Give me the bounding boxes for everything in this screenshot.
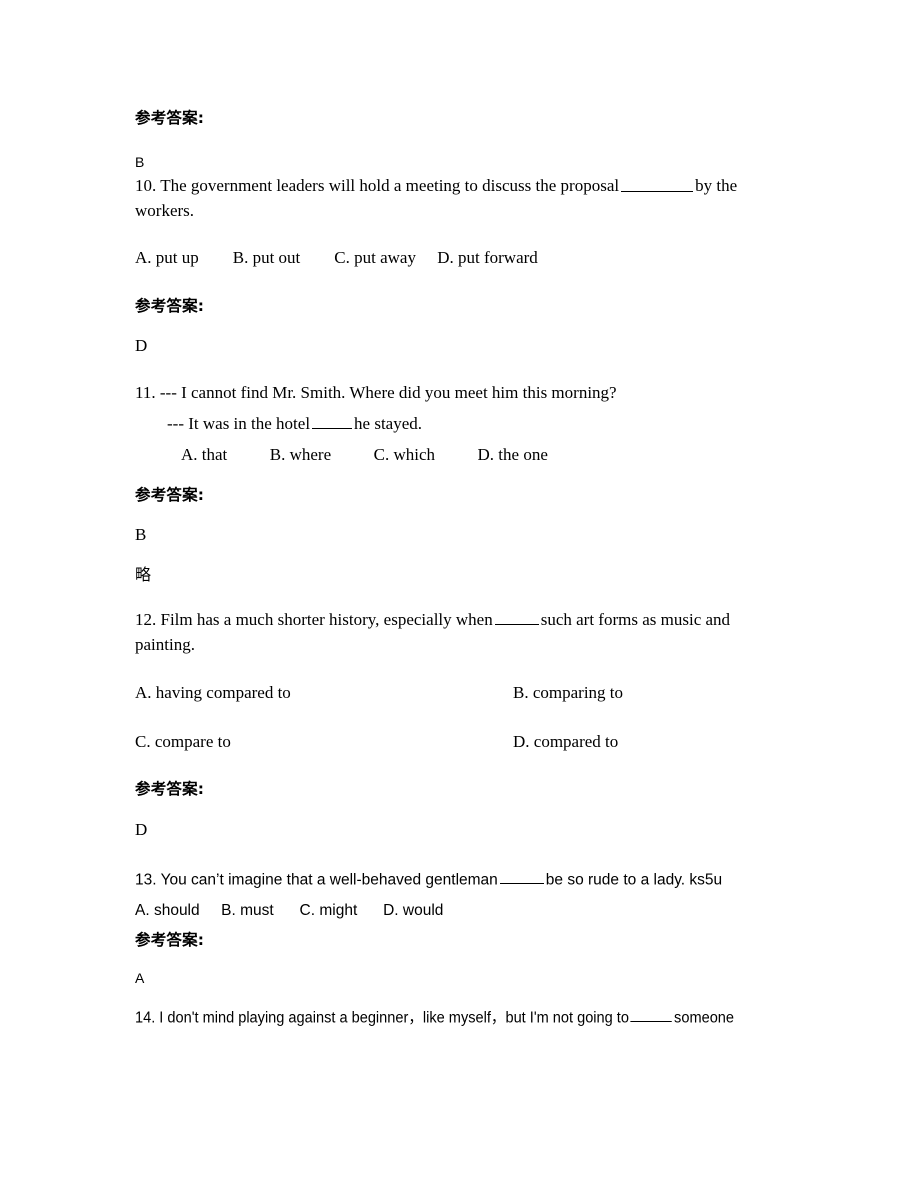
answer-letter: B — [135, 524, 147, 544]
reference-answer-heading: 参考答案: — [135, 779, 205, 798]
reference-answer-heading: 参考答案: — [135, 485, 205, 504]
question-12-stem-line2: painting. — [135, 634, 195, 654]
question-11-stem: 11. --- I cannot find Mr. Smith. Where d… — [135, 383, 617, 403]
question-11-options: A. that B. where C. which D. the one — [181, 444, 548, 464]
question-10-stem-text: 10. The government leaders will hold a m… — [135, 176, 620, 196]
question-10-blank — [621, 174, 694, 192]
document-page: 参考答案: B 10. The government leaders will … — [0, 0, 920, 1191]
question-13-stem-tail: be so rude to a lady. ks5u — [545, 871, 723, 889]
question-11-blank — [312, 412, 353, 430]
question-14-stem-tail: someone — [674, 1009, 735, 1027]
answer-letter: D — [135, 820, 148, 839]
question-12-blank — [494, 608, 539, 626]
question-11-dialog-tail: he stayed. — [354, 414, 423, 434]
reference-answer-heading: 参考答案: — [135, 931, 205, 950]
question-12-option-b: B. comparing to — [513, 683, 624, 703]
question-12-stem-text: 12. Film has a much shorter history, esp… — [135, 610, 493, 630]
document-body: 参考答案: B 10. The government leaders will … — [135, 0, 785, 1029]
answer-letter: A — [135, 970, 145, 987]
omitted-marker: 略 — [135, 565, 152, 585]
question-10-stem-tail: by the — [695, 176, 738, 196]
question-10-stem-line2: workers. — [135, 201, 195, 221]
question-13-options: A. should B. must C. might D. would — [135, 902, 444, 920]
reference-answer-heading: 参考答案: — [135, 109, 205, 127]
question-14-stem-text: 14. I don't mind playing against a begin… — [135, 1009, 629, 1027]
question-12-option-a: A. having compared to — [135, 683, 291, 703]
question-13-blank — [499, 869, 544, 885]
question-11-dialog-line: --- It was in the hotel he stayed. — [135, 412, 785, 437]
question-14-stem: 14. I don't mind playing against a begin… — [135, 1007, 746, 1030]
question-12-options-row-2: C. compare to D. compared to — [135, 730, 785, 754]
question-12-option-d: D. compared to — [513, 732, 619, 752]
question-12-stem: 12. Film has a much shorter history, esp… — [135, 608, 785, 633]
answer-letter: D — [135, 335, 148, 355]
question-10-stem: 10. The government leaders will hold a m… — [135, 174, 785, 199]
question-13-stem: 13. You can’t imagine that a well-behave… — [135, 869, 785, 892]
question-12-options-row-1: A. having compared to B. comparing to — [135, 681, 785, 705]
question-12-stem-tail: such art forms as music and — [540, 610, 731, 630]
reference-answer-heading: 参考答案: — [135, 296, 205, 315]
answer-letter: B — [135, 154, 145, 171]
question-10-options: A. put up B. put out C. put away D. put … — [135, 247, 538, 267]
question-13-stem-text: 13. You can’t imagine that a well-behave… — [135, 871, 498, 889]
question-12-option-c: C. compare to — [135, 732, 231, 752]
question-14-blank — [630, 1007, 673, 1023]
question-11-dialog-text: --- It was in the hotel — [167, 414, 311, 434]
